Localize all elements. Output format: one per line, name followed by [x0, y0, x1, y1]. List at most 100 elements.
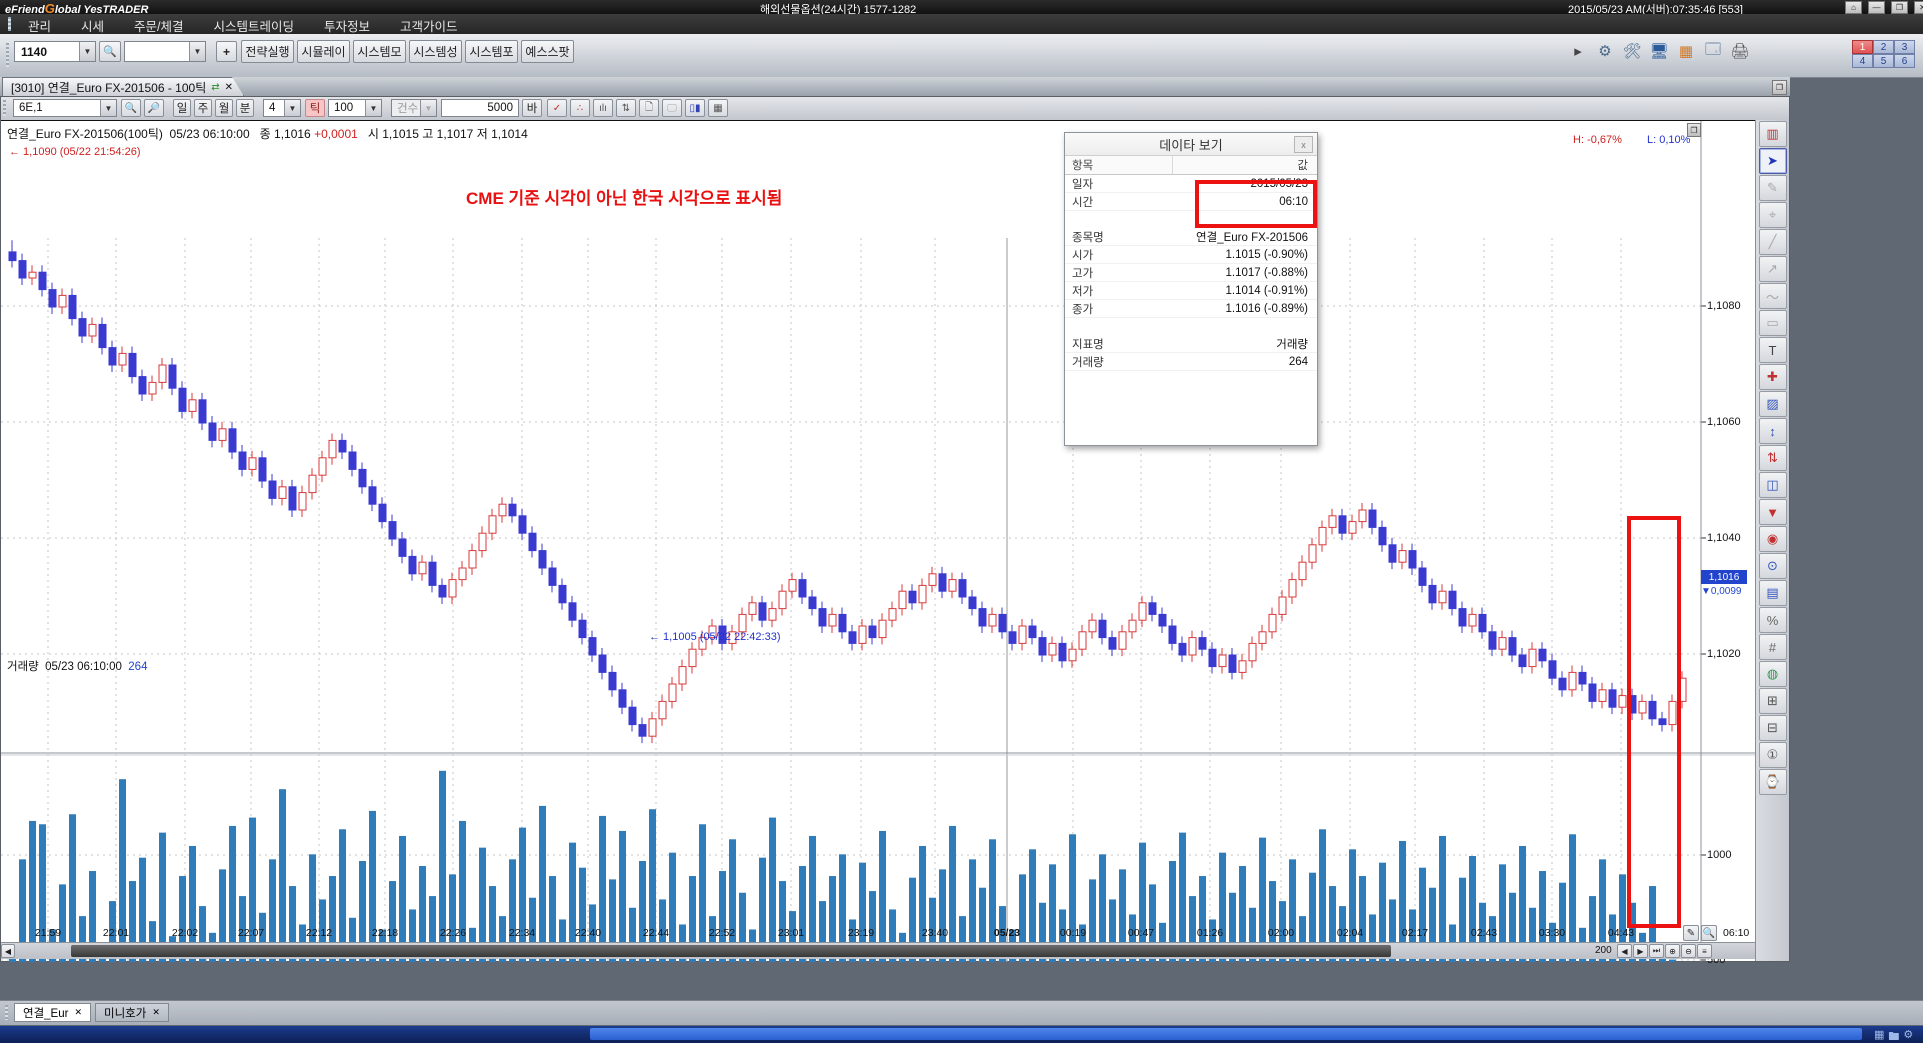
sidebar-tool-15[interactable]: ◉ — [1759, 526, 1787, 552]
menu-item-1[interactable]: 시세 — [81, 16, 104, 35]
bars-icon[interactable]: ılı — [593, 99, 613, 117]
sidebar-tool-0[interactable]: ▥ — [1759, 121, 1787, 147]
sidebar-tool-6[interactable]: 〜 — [1759, 283, 1787, 309]
chevron-down-icon[interactable]: ▼ — [100, 100, 116, 116]
toolbar-button-1[interactable]: 시뮬레이 — [297, 40, 350, 63]
restore-button[interactable]: ❐ — [1891, 1, 1908, 14]
toolbar-button-2[interactable]: 시스템모 — [353, 40, 406, 63]
symbol-combo[interactable]: 6E,1▼ — [13, 99, 117, 117]
chevron-down-icon[interactable]: ▼ — [79, 42, 95, 61]
candle-icon[interactable]: ▯▮ — [685, 99, 705, 117]
screen-search-button[interactable]: 🔍 — [99, 41, 121, 62]
scroll-button-3[interactable]: ⊕ — [1665, 944, 1680, 958]
bottom-tab-1[interactable]: 미니호가✕ — [95, 1003, 169, 1022]
swap-icon[interactable]: ⇄ — [211, 82, 219, 93]
chart-restore-button[interactable]: ❐ — [1772, 80, 1787, 95]
sidebar-tool-24[interactable]: ⌚ — [1759, 769, 1787, 795]
tick-count-combo[interactable]: 100▼ — [328, 99, 382, 117]
screen-icon[interactable]: 🖵 — [662, 99, 682, 117]
sidebar-tool-11[interactable]: ↕ — [1759, 418, 1787, 444]
toolbar-button-5[interactable]: 예스스팟 — [521, 40, 574, 63]
pane-maximize-button[interactable]: ❐ — [1687, 123, 1701, 137]
screen-grid-3[interactable]: 3 — [1894, 40, 1915, 54]
gear-icon[interactable]: ⚙ — [1593, 40, 1617, 62]
menu-item-0[interactable]: 관리 — [28, 16, 51, 35]
status-icon-0[interactable]: ▦ — [1874, 1028, 1884, 1043]
sidebar-tool-10[interactable]: ▨ — [1759, 391, 1787, 417]
close-icon[interactable]: ✕ — [152, 1007, 160, 1018]
scroll-button-0[interactable]: ◀ — [1617, 944, 1632, 958]
popup-title-bar[interactable]: 데이타 보기 x — [1065, 133, 1317, 156]
line-check-icon[interactable]: ✓ — [547, 99, 567, 117]
page-icon[interactable]: 🗋 — [639, 99, 659, 117]
screen-grid-2[interactable]: 2 — [1873, 40, 1894, 54]
sidebar-tool-21[interactable]: ⊞ — [1759, 688, 1787, 714]
grid-icon[interactable]: ▦ — [708, 99, 728, 117]
bottom-grip[interactable] — [5, 1005, 8, 1020]
status-icon-1[interactable]: 🖿 — [1888, 1028, 1899, 1043]
bottom-tab-0[interactable]: 연결_Eur✕ — [14, 1003, 91, 1022]
updown-icon[interactable]: ⇅ — [616, 99, 636, 117]
sidebar-tool-19[interactable]: # — [1759, 634, 1787, 660]
sidebar-tool-3[interactable]: ⌖ — [1759, 202, 1787, 228]
expand-arrow-icon[interactable]: ▸ — [1566, 40, 1590, 62]
screen-grid-1[interactable]: 1 — [1852, 40, 1873, 54]
chart-toolbar-grip[interactable] — [3, 100, 6, 116]
sidebar-tool-12[interactable]: ⇅ — [1759, 445, 1787, 471]
symbol-search2-button[interactable]: 🔎 — [144, 99, 164, 117]
close-icon[interactable]: ✕ — [225, 82, 233, 93]
sidebar-tool-23[interactable]: ① — [1759, 742, 1787, 768]
bar-count-input[interactable]: 5000 — [441, 99, 519, 117]
menu-item-2[interactable]: 주문/체결 — [134, 16, 183, 35]
zoom-button[interactable]: 🔍 — [1701, 925, 1717, 941]
popup-close-button[interactable]: x — [1294, 136, 1313, 153]
dot-bars-icon[interactable]: ∴ — [570, 99, 590, 117]
sidebar-tool-16[interactable]: ⊙ — [1759, 553, 1787, 579]
screen-grid-6[interactable]: 6 — [1894, 54, 1915, 68]
toolbar-grip[interactable] — [6, 43, 9, 67]
close-button[interactable]: ✕ — [1914, 1, 1923, 14]
period-button-1[interactable]: 주 — [194, 99, 212, 117]
sidebar-tool-20[interactable]: ◍ — [1759, 661, 1787, 687]
tabs-icon[interactable]: 🗔 — [1701, 40, 1725, 62]
sidebar-tool-1[interactable]: ➤ — [1759, 148, 1787, 174]
chevron-down-icon[interactable]: ▼ — [284, 100, 300, 116]
scroll-left-button[interactable]: ◀ — [1, 944, 15, 958]
home-icon[interactable]: ⌂ — [1845, 1, 1862, 14]
sidebar-tool-9[interactable]: ✚ — [1759, 364, 1787, 390]
period-button-2[interactable]: 월 — [215, 99, 233, 117]
scroll-button-1[interactable]: ▶ — [1633, 944, 1648, 958]
menu-item-5[interactable]: 고객가이드 — [400, 16, 458, 35]
screen-grid-5[interactable]: 5 — [1873, 54, 1894, 68]
chart-tab[interactable]: [3010] 연결_Euro FX-201506 - 100틱 ⇄ ✕ — [2, 77, 244, 96]
tools-icon[interactable]: 🛠 — [1620, 40, 1644, 62]
screen-grid-4[interactable]: 4 — [1852, 54, 1873, 68]
sidebar-tool-8[interactable]: T — [1759, 337, 1787, 363]
menu-item-4[interactable]: 투자정보 — [324, 16, 370, 35]
price-volume-chart[interactable] — [1, 121, 1758, 962]
symbol-search-button[interactable]: 🔍 — [121, 99, 141, 117]
toolbar-button-4[interactable]: 시스템포 — [465, 40, 518, 63]
sidebar-tool-18[interactable]: % — [1759, 607, 1787, 633]
minimize-button[interactable]: — — [1868, 1, 1885, 14]
scrollbar-thumb[interactable] — [71, 945, 1391, 957]
sidebar-tool-5[interactable]: ↗ — [1759, 256, 1787, 282]
scroll-button-2[interactable]: ⏭ — [1649, 944, 1664, 958]
monitor-icon[interactable]: 🖥 — [1647, 40, 1671, 62]
period-button-0[interactable]: 일 — [173, 99, 191, 117]
draw-button[interactable]: ✎ — [1683, 925, 1699, 941]
close-icon[interactable]: ✕ — [74, 1007, 82, 1018]
printer-icon[interactable]: 🖨 — [1728, 40, 1752, 62]
add-button[interactable]: + — [216, 41, 237, 62]
bar-unit-button[interactable]: 바 — [522, 99, 542, 117]
sidebar-tool-22[interactable]: ⊟ — [1759, 715, 1787, 741]
scroll-button-5[interactable]: ≡ — [1697, 944, 1712, 958]
minute-combo[interactable]: 4▼ — [263, 99, 301, 117]
status-icon-2[interactable]: ⚙ — [1903, 1028, 1913, 1043]
sidebar-tool-17[interactable]: ▤ — [1759, 580, 1787, 606]
menu-grip[interactable] — [8, 17, 11, 31]
toolbar-button-0[interactable]: 전략실행 — [241, 40, 294, 63]
sidebar-tool-4[interactable]: ╱ — [1759, 229, 1787, 255]
sidebar-tool-13[interactable]: ◫ — [1759, 472, 1787, 498]
chevron-down-icon[interactable]: ▼ — [365, 100, 381, 116]
